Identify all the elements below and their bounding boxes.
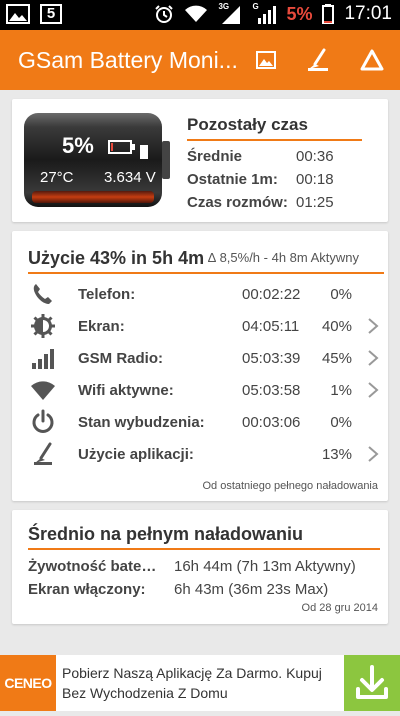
remaining-value: 01:25 [296, 194, 334, 211]
usage-percent: 0% [330, 414, 352, 431]
average-label: Żywotność bate… [28, 558, 157, 575]
status-bar: 5 3G G 5% 17:01 [0, 0, 400, 30]
usage-time: 00:03:06 [242, 414, 301, 431]
title-divider [187, 139, 362, 141]
average-card[interactable]: Średnio na pełnym naładowaniu Żywotność … [12, 510, 388, 624]
app-bar: GSam Battery Moni... [0, 30, 400, 90]
screen-icon [31, 314, 55, 338]
remaining-value: 00:36 [296, 148, 334, 165]
usage-time: 04:05:11 [242, 318, 300, 335]
wifi-status-icon [185, 5, 208, 22]
chevron-right-icon[interactable] [366, 349, 380, 367]
chevron-right-icon[interactable] [366, 317, 380, 335]
battery-voltage: 3.634 V [104, 169, 156, 186]
usage-percent: 45% [321, 350, 352, 367]
alarm-icon [155, 5, 174, 23]
usage-row-phone[interactable]: Telefon: 00:02:22 0% [28, 279, 384, 309]
battery-small-icon [108, 140, 135, 154]
usage-percent: 13% [321, 446, 352, 463]
remaining-label: Średnie [187, 148, 243, 165]
gallery-notification-icon [6, 4, 30, 24]
ad-text[interactable]: Pobierz Naszą Aplikację Za Darmo. Kupuj … [62, 663, 344, 703]
title-divider [28, 548, 380, 550]
usage-label: Użycie aplikacji: [78, 446, 194, 463]
usage-title: Użycie 43% in 5h 4m [28, 248, 205, 268]
usage-percent: 40% [321, 318, 352, 335]
chevron-right-icon[interactable] [366, 381, 380, 399]
usage-rate: ∆ 8,5%/h - 4h 8m Aktywny [208, 250, 360, 265]
power-icon [32, 409, 54, 433]
download-icon [356, 665, 388, 699]
ad-logo: CENEO [0, 655, 56, 711]
average-value: 16h 44m (7h 13m Aktywny) [174, 558, 356, 575]
wifi-icon [31, 381, 55, 400]
usage-percent: 1% [330, 382, 352, 399]
app-usage-icon[interactable] [302, 44, 334, 76]
remaining-time-title: Pozostały czas [187, 115, 308, 134]
phone-icon [33, 284, 52, 304]
usage-row-gsm[interactable]: GSM Radio: 05:03:39 45% [28, 343, 384, 373]
usage-label: Telefon: [78, 286, 136, 303]
status-clock: 17:01 [344, 3, 392, 24]
remaining-label: Ostatnie 1m: [187, 171, 278, 188]
usage-footer: Od ostatniego pełnego naładowania [202, 480, 378, 492]
ad-download-button[interactable] [344, 655, 400, 711]
battery-percent: 5% [62, 133, 94, 158]
title-divider [28, 272, 384, 274]
usage-row-wifi[interactable]: Wifi aktywne: 05:03:58 1% [28, 375, 384, 405]
usage-time: 05:03:58 [242, 382, 301, 399]
usage-label: Wifi aktywne: [78, 382, 174, 399]
usage-label: GSM Radio: [78, 350, 163, 367]
signal-3g-icon: 3G [218, 2, 242, 24]
usage-time: 05:03:39 [242, 350, 301, 367]
average-footer: Od 28 gru 2014 [301, 602, 378, 614]
notification-count: 5 [40, 4, 62, 24]
usage-row-apps[interactable]: Użycie aplikacji: 13% [28, 439, 384, 469]
battery-temperature: 27°C [40, 169, 74, 186]
chevron-right-icon[interactable] [366, 445, 380, 463]
usage-label: Stan wybudzenia: [78, 414, 205, 431]
usage-row-wake[interactable]: Stan wybudzenia: 00:03:06 0% [28, 407, 384, 437]
usage-label: Ekran: [78, 318, 125, 335]
battery-status-icon [322, 4, 335, 24]
usage-row-screen[interactable]: Ekran: 04:05:11 40% [28, 311, 384, 341]
usage-card: Użycie 43% in 5h 4m ∆ 8,5%/h - 4h 8m Akt… [12, 231, 388, 501]
usage-time: 00:02:22 [242, 286, 301, 303]
battery-icon [24, 113, 170, 207]
signal-bars-icon [32, 349, 54, 369]
image-icon[interactable] [250, 44, 282, 76]
average-value: 6h 43m (36m 23s Max) [174, 581, 329, 598]
app-title: GSam Battery Moni... [18, 47, 238, 73]
ad-banner[interactable]: CENEO Pobierz Naszą Aplikację Za Darmo. … [0, 655, 400, 711]
signal-g-icon: G [252, 2, 277, 24]
usage-percent: 0% [330, 286, 352, 303]
battery-graphic: 5% 27°C 3.634 V [22, 111, 172, 209]
apps-icon [34, 442, 52, 465]
battery-percent-status: 5% [286, 3, 313, 24]
remaining-label: Czas rozmów: [187, 194, 288, 211]
average-label: Ekran włączony: [28, 581, 146, 598]
average-title: Średnio na pełnym naładowaniu [28, 524, 304, 544]
delta-icon[interactable] [356, 44, 388, 76]
summary-card[interactable]: 5% 27°C 3.634 V Pozostały czas Średnie 0… [12, 99, 388, 222]
remaining-value: 00:18 [296, 171, 334, 188]
